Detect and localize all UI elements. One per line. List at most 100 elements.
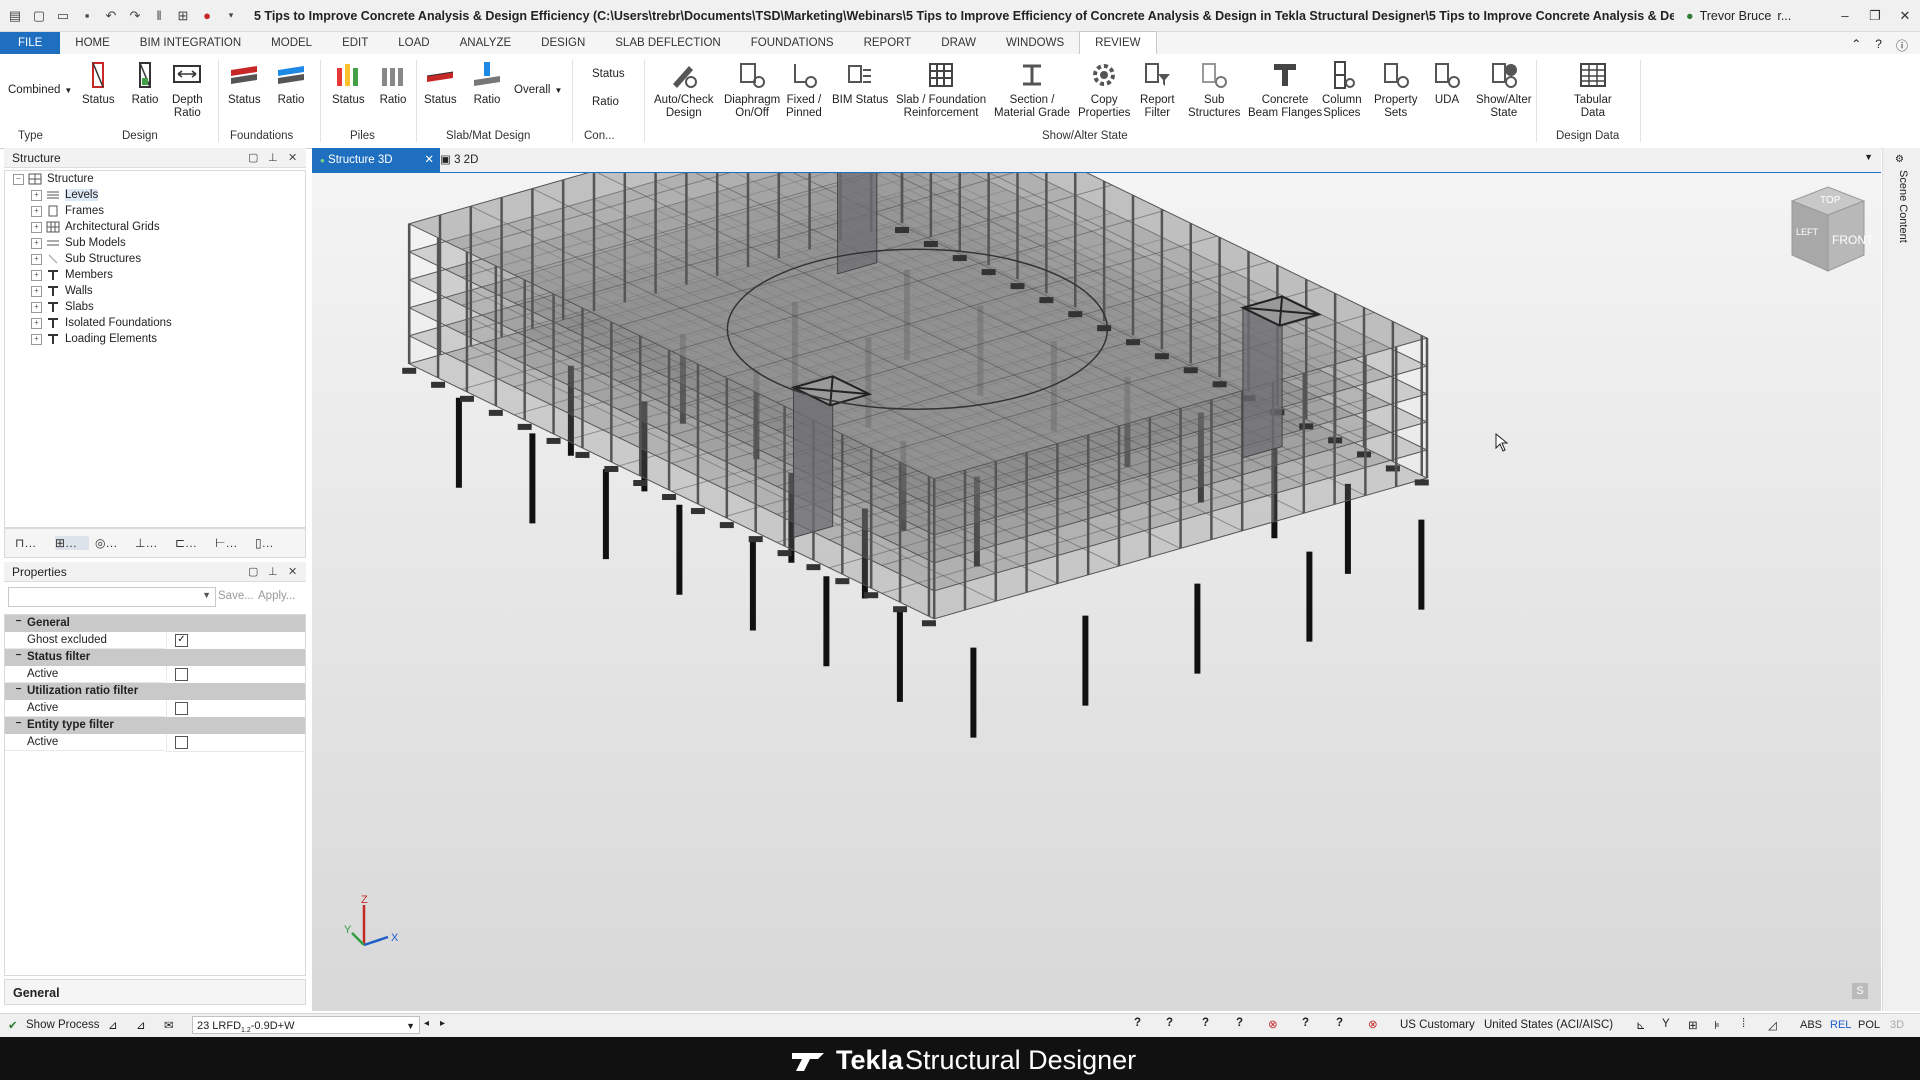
concrete-beam-flanges-button[interactable]: Concrete Beam Flanges xyxy=(1248,60,1322,120)
mode-3d[interactable]: 3D xyxy=(1890,1019,1904,1031)
collapse-icon[interactable]: − xyxy=(13,651,24,662)
lock-icon[interactable]: ⊞ xyxy=(174,7,192,25)
tree-node-isolated-foundations[interactable]: + Isolated Foundations xyxy=(31,315,172,331)
tab-edit[interactable]: EDIT xyxy=(327,32,383,54)
tab-home[interactable]: HOME xyxy=(60,32,125,54)
ghost-excluded-checkbox[interactable]: ✓ xyxy=(175,634,188,647)
view-cube-top-label[interactable]: TOP xyxy=(1820,195,1841,206)
maximize-icon[interactable]: ▢ xyxy=(248,562,258,582)
tab-list-dropdown-icon[interactable]: ▼ xyxy=(1864,152,1873,162)
con-status-button[interactable]: Status xyxy=(592,68,625,81)
diaphragm-button[interactable]: Diaphragm On/Off xyxy=(724,60,780,120)
tab-structure-3d[interactable]: ● Structure 3D ✕ xyxy=(312,148,440,172)
snap-angle-icon[interactable]: ⊾ xyxy=(1636,1018,1646,1032)
fixed-pinned-button[interactable]: Fixed / Pinned xyxy=(786,60,822,120)
collapse-icon[interactable]: − xyxy=(13,685,24,696)
uda-button[interactable]: UDA xyxy=(1432,60,1462,107)
help-icon[interactable]: ? xyxy=(1166,1017,1173,1029)
snap-grid-icon[interactable]: ⊞ xyxy=(1688,1018,1698,1032)
tab-draw[interactable]: DRAW xyxy=(926,32,991,54)
expand-icon[interactable]: + xyxy=(31,333,42,345)
design-code-indicator[interactable]: United States (ACI/AISC) xyxy=(1484,1019,1613,1031)
tree-node-loading-elements[interactable]: + Loading Elements xyxy=(31,331,157,347)
utilization-filter-active-checkbox[interactable] xyxy=(175,702,188,715)
next-combination-icon[interactable]: ▸ xyxy=(440,1018,445,1029)
restore-icon[interactable]: ❐ xyxy=(1860,8,1890,24)
tree-node-slabs[interactable]: + Slabs xyxy=(31,299,94,315)
copy-properties-button[interactable]: Copy Properties xyxy=(1078,60,1130,120)
customize-qat-icon[interactable]: ▾ xyxy=(222,7,240,25)
collapse-ribbon-icon[interactable]: ⌃ xyxy=(1851,37,1861,54)
category-general[interactable]: − General xyxy=(5,615,305,632)
scene-content-icon[interactable]: ⚙ xyxy=(1895,154,1904,165)
help-icon[interactable]: ? xyxy=(1134,1017,1141,1029)
ruler-icon[interactable]: ◿ xyxy=(1768,1018,1777,1032)
expand-icon[interactable]: + xyxy=(31,317,42,329)
collapse-icon[interactable]: − xyxy=(13,719,24,730)
3d-viewport[interactable]: TOP FRONT LEFT Z X Y S xyxy=(312,173,1881,1011)
members-view-icon[interactable]: ⊏… xyxy=(175,536,209,550)
expand-icon[interactable]: + xyxy=(31,253,42,265)
tab-load[interactable]: LOAD xyxy=(383,32,444,54)
con-ratio-button[interactable]: Ratio xyxy=(592,96,619,109)
tab-bim-integration[interactable]: BIM INTEGRATION xyxy=(125,32,256,54)
tab-foundations[interactable]: FOUNDATIONS xyxy=(736,32,849,54)
tab-analyze[interactable]: ANALYZE xyxy=(445,32,527,54)
expand-icon[interactable]: + xyxy=(31,269,42,281)
scale-indicator-icon[interactable]: S xyxy=(1852,983,1868,999)
design-status-button[interactable]: Status xyxy=(82,60,115,107)
apply-button[interactable]: Apply... xyxy=(258,590,296,602)
new-icon[interactable]: ▢ xyxy=(30,7,48,25)
expand-icon[interactable]: + xyxy=(31,285,42,297)
error-icon[interactable]: ⊗ xyxy=(1268,1017,1278,1031)
tree-node-sub-models[interactable]: + Sub Models xyxy=(31,235,126,251)
column-splices-button[interactable]: Column Splices xyxy=(1322,60,1362,120)
auto-check-design-button[interactable]: Auto/Check Design xyxy=(654,60,713,120)
load-case-icon[interactable]: ⊿ xyxy=(108,1018,118,1032)
tree-node-frames[interactable]: + Frames xyxy=(31,203,104,219)
scene-content-tab[interactable]: Scene Content xyxy=(1897,170,1909,243)
tab-windows[interactable]: WINDOWS xyxy=(991,32,1079,54)
property-set-select[interactable]: ▼ xyxy=(8,587,216,607)
expand-icon[interactable]: + xyxy=(31,237,42,249)
minimize-icon[interactable]: – xyxy=(1830,8,1860,24)
open-icon[interactable]: ▭ xyxy=(54,7,72,25)
stop-icon[interactable]: ● xyxy=(198,7,216,25)
show-alter-state-button[interactable]: Show/Alter State xyxy=(1476,60,1532,120)
units-indicator[interactable]: US Customary xyxy=(1400,1019,1475,1031)
section-material-grade-button[interactable]: Section / Material Grade xyxy=(994,60,1070,120)
tab-design[interactable]: DESIGN xyxy=(526,32,600,54)
close-icon[interactable]: ✕ xyxy=(288,562,297,582)
collapse-icon[interactable]: − xyxy=(13,173,24,185)
lock-view-icon[interactable]: ⊓… xyxy=(15,536,49,550)
tab-file[interactable]: FILE xyxy=(0,32,61,54)
tab-3-2d[interactable]: ▣ 3 2D xyxy=(432,148,486,172)
tab-model[interactable]: MODEL xyxy=(256,32,327,54)
slab-foundation-reinforcement-button[interactable]: Slab / Foundation Reinforcement xyxy=(896,60,986,120)
category-status-filter[interactable]: − Status filter xyxy=(5,649,305,666)
view-cube[interactable]: TOP FRONT LEFT xyxy=(1782,179,1874,279)
category-utilization-ratio-filter[interactable]: − Utilization ratio filter xyxy=(5,683,305,700)
maximize-icon[interactable]: ▢ xyxy=(248,148,258,168)
close-icon[interactable]: ✕ xyxy=(288,148,297,168)
report-filter-button[interactable]: Report Filter xyxy=(1140,60,1175,120)
tree-node-architectural-grids[interactable]: + Architectural Grids xyxy=(31,219,160,235)
error-icon[interactable]: ⊗ xyxy=(1368,1017,1378,1031)
save-icon[interactable]: ▪ xyxy=(78,7,96,25)
snap-intersect-icon[interactable]: Y xyxy=(1662,1018,1670,1030)
info-icon[interactable]: ⓘ xyxy=(1896,37,1908,54)
undo-icon[interactable]: ↶ xyxy=(102,7,120,25)
snap-points-icon[interactable]: ⁞ xyxy=(1742,1018,1745,1030)
tab-report[interactable]: REPORT xyxy=(849,32,927,54)
pin-icon[interactable]: ‖ xyxy=(150,7,168,25)
overall-dropdown[interactable]: Overall ▼ xyxy=(514,84,562,97)
loading-view-icon[interactable]: ⊥… xyxy=(135,536,169,550)
sub-structures-button[interactable]: Sub Structures xyxy=(1188,60,1240,120)
app-icon[interactable]: ▤ xyxy=(6,7,24,25)
category-entity-type-filter[interactable]: − Entity type filter xyxy=(5,717,305,734)
bim-status-button[interactable]: BIM Status xyxy=(832,60,888,107)
foundations-ratio-button[interactable]: Ratio xyxy=(276,60,306,107)
load-case-alt-icon[interactable]: ⊿ xyxy=(136,1018,146,1032)
help-icon[interactable]: ? xyxy=(1875,37,1882,54)
mode-abs[interactable]: ABS xyxy=(1800,1019,1822,1031)
